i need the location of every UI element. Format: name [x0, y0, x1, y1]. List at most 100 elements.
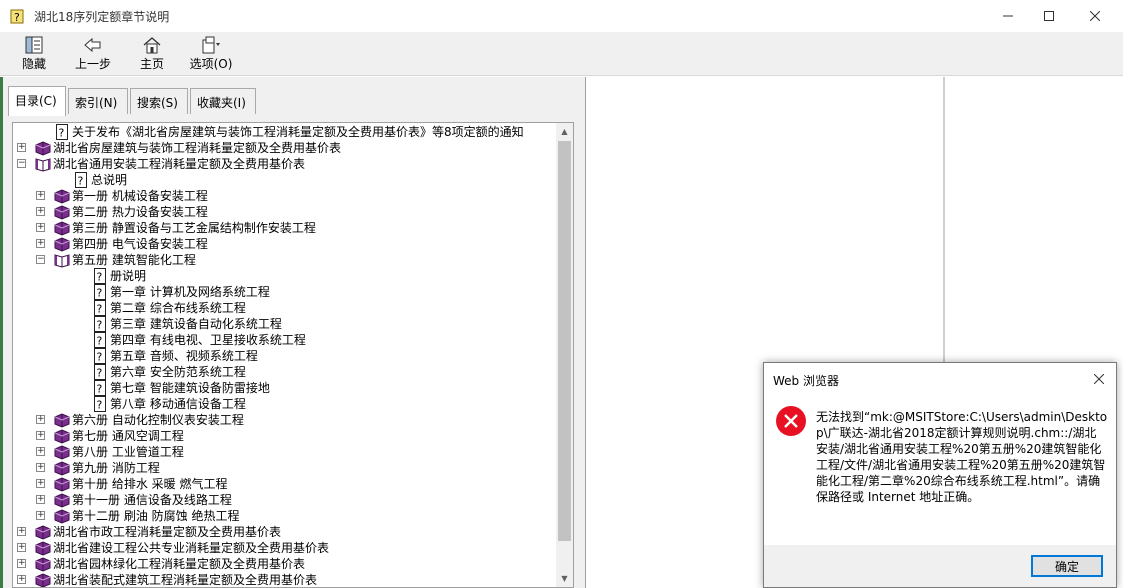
web-browser-error-dialog: Web 浏览器 无法找到“mk:@MSITStore:C:\Users\admi… — [763, 362, 1117, 588]
scroll-thumb[interactable] — [558, 141, 571, 541]
tree-scrollbar[interactable]: ▲ ▼ — [556, 123, 573, 587]
tree-item-label: 关于发布《湖北省房屋建筑与装饰工程消耗量定额及全费用基价表》等8项定额的通知 — [72, 125, 524, 139]
svg-text:?: ? — [97, 319, 103, 332]
expand-icon[interactable]: + — [36, 463, 45, 472]
expand-icon[interactable]: + — [36, 207, 45, 216]
svg-text:?: ? — [97, 399, 103, 412]
tree-item-label: 湖北省房屋建筑与装饰工程消耗量定额及全费用基价表 — [53, 141, 342, 155]
tree-item-label: 湖北省建设工程公共专业消耗量定额及全费用基价表 — [53, 541, 330, 555]
svg-text:?: ? — [59, 127, 65, 140]
expand-icon[interactable]: + — [36, 223, 45, 232]
svg-text:?: ? — [14, 11, 20, 24]
tab-label: 目录(C) — [15, 94, 57, 108]
tab-label: 搜索(S) — [137, 96, 178, 110]
expand-icon[interactable]: + — [36, 415, 45, 424]
tab-search[interactable]: 搜索(S) — [130, 88, 188, 114]
book-closed-icon — [35, 556, 51, 572]
minimize-icon — [1003, 15, 1013, 17]
book-closed-icon — [54, 204, 70, 220]
help-app-icon: ? — [10, 9, 24, 24]
expand-icon[interactable]: + — [17, 527, 26, 536]
scroll-up-icon[interactable]: ▲ — [556, 123, 573, 140]
tree-item-label: 第二册 热力设备安装工程 — [72, 205, 208, 219]
tab-contents[interactable]: 目录(C) — [8, 86, 66, 116]
home-label: 主页 — [139, 57, 164, 71]
contents-tree[interactable]: ? 关于发布《湖北省房屋建筑与装饰工程消耗量定额及全费用基价表》等8项定额的通知 +… — [12, 122, 574, 588]
hide-pane-icon — [25, 36, 43, 54]
help-page-icon: ? — [92, 396, 108, 412]
tree-item-label: 第八章 移动通信设备工程 — [110, 397, 246, 411]
tree-item-label: 湖北省园林绿化工程消耗量定额及全费用基价表 — [53, 557, 306, 571]
tab-index[interactable]: 索引(N) — [68, 88, 128, 114]
tab-label: 索引(N) — [75, 96, 118, 110]
close-window-button[interactable] — [1072, 0, 1118, 32]
hide-label: 隐藏 — [21, 57, 46, 71]
expand-icon[interactable]: + — [17, 559, 26, 568]
help-page-icon: ? — [92, 268, 108, 284]
close-icon — [1090, 11, 1100, 21]
svg-text:?: ? — [97, 383, 103, 396]
tree-item-label: 第六章 安全防范系统工程 — [110, 365, 246, 379]
book-closed-icon — [35, 140, 51, 156]
home-button[interactable]: 主页 — [134, 34, 170, 74]
error-icon — [776, 406, 806, 436]
help-page-icon: ? — [92, 300, 108, 316]
svg-text:?: ? — [97, 303, 103, 316]
back-button[interactable]: 上一步 — [70, 34, 116, 74]
maximize-button[interactable] — [1026, 0, 1072, 32]
expand-icon[interactable]: + — [36, 191, 45, 200]
tree-item-label: 第十一册 通信设备及线路工程 — [72, 493, 232, 507]
dialog-close-button[interactable] — [1086, 367, 1112, 391]
collapse-icon[interactable]: − — [36, 255, 45, 264]
svg-text:?: ? — [97, 351, 103, 364]
help-page-icon: ? — [92, 316, 108, 332]
back-label: 上一步 — [74, 57, 111, 71]
tree-item-label: 第七册 通风空调工程 — [72, 429, 184, 443]
book-closed-icon — [35, 540, 51, 556]
tree-item-label: 第六册 自动化控制仪表安装工程 — [72, 413, 244, 427]
tree-item-label: 第十二册 刷油 防腐蚀 绝热工程 — [72, 509, 240, 523]
tree-item-label: 湖北省装配式建筑工程消耗量定额及全费用基价表 — [53, 573, 318, 587]
close-icon — [1094, 374, 1104, 384]
title-bar: ? 湖北18序列定额章节说明 — [0, 0, 1123, 32]
ok-button[interactable]: 确定 — [1031, 555, 1103, 577]
minimize-button[interactable] — [985, 0, 1031, 32]
toolbar: 隐藏 上一步 主页 选项(O) — [0, 32, 1123, 76]
svg-text:?: ? — [97, 335, 103, 348]
book-closed-icon — [54, 476, 70, 492]
expand-icon[interactable]: + — [36, 431, 45, 440]
back-arrow-icon — [84, 37, 101, 53]
expand-icon[interactable]: + — [17, 575, 26, 584]
expand-icon[interactable]: + — [36, 239, 45, 248]
tree-item-label: 湖北省市政工程消耗量定额及全费用基价表 — [53, 525, 282, 539]
tree-item-label: 总说明 — [91, 173, 128, 187]
navigation-pane: 目录(C) 索引(N) 搜索(S) 收藏夹(I) ? 关于发布《湖北省房屋建筑与装… — [0, 77, 586, 588]
dialog-message: 无法找到“mk:@MSITStore:C:\Users\admin\Deskto… — [816, 410, 1108, 504]
tab-favorites[interactable]: 收藏夹(I) — [190, 88, 256, 114]
expand-icon[interactable]: + — [17, 543, 26, 552]
options-icon — [202, 36, 220, 54]
svg-text:?: ? — [78, 175, 84, 188]
options-button[interactable]: 选项(O) — [186, 34, 236, 74]
help-page-icon: ? — [92, 284, 108, 300]
svg-text:?: ? — [97, 367, 103, 380]
help-page-icon: ? — [92, 364, 108, 380]
expand-icon[interactable]: + — [17, 143, 26, 152]
collapse-icon[interactable]: − — [17, 159, 26, 168]
expand-icon[interactable]: + — [36, 511, 45, 520]
book-closed-icon — [54, 412, 70, 428]
expand-icon[interactable]: + — [36, 447, 45, 456]
book-closed-icon — [54, 492, 70, 508]
hide-button[interactable]: 隐藏 — [16, 34, 52, 74]
scroll-down-icon[interactable]: ▼ — [556, 570, 573, 587]
window-title: 湖北18序列定额章节说明 — [34, 9, 170, 24]
tree-item-label: 第四册 电气设备安装工程 — [72, 237, 208, 251]
expand-icon[interactable]: + — [36, 479, 45, 488]
tree-item-label: 第五册 建筑智能化工程 — [72, 253, 196, 267]
book-open-icon — [35, 156, 51, 172]
book-closed-icon — [54, 188, 70, 204]
svg-text:?: ? — [97, 287, 103, 300]
tree-item-label: 第二章 综合布线系统工程 — [110, 301, 246, 315]
tree-item-label: 第一章 计算机及网络系统工程 — [110, 285, 270, 299]
expand-icon[interactable]: + — [36, 495, 45, 504]
